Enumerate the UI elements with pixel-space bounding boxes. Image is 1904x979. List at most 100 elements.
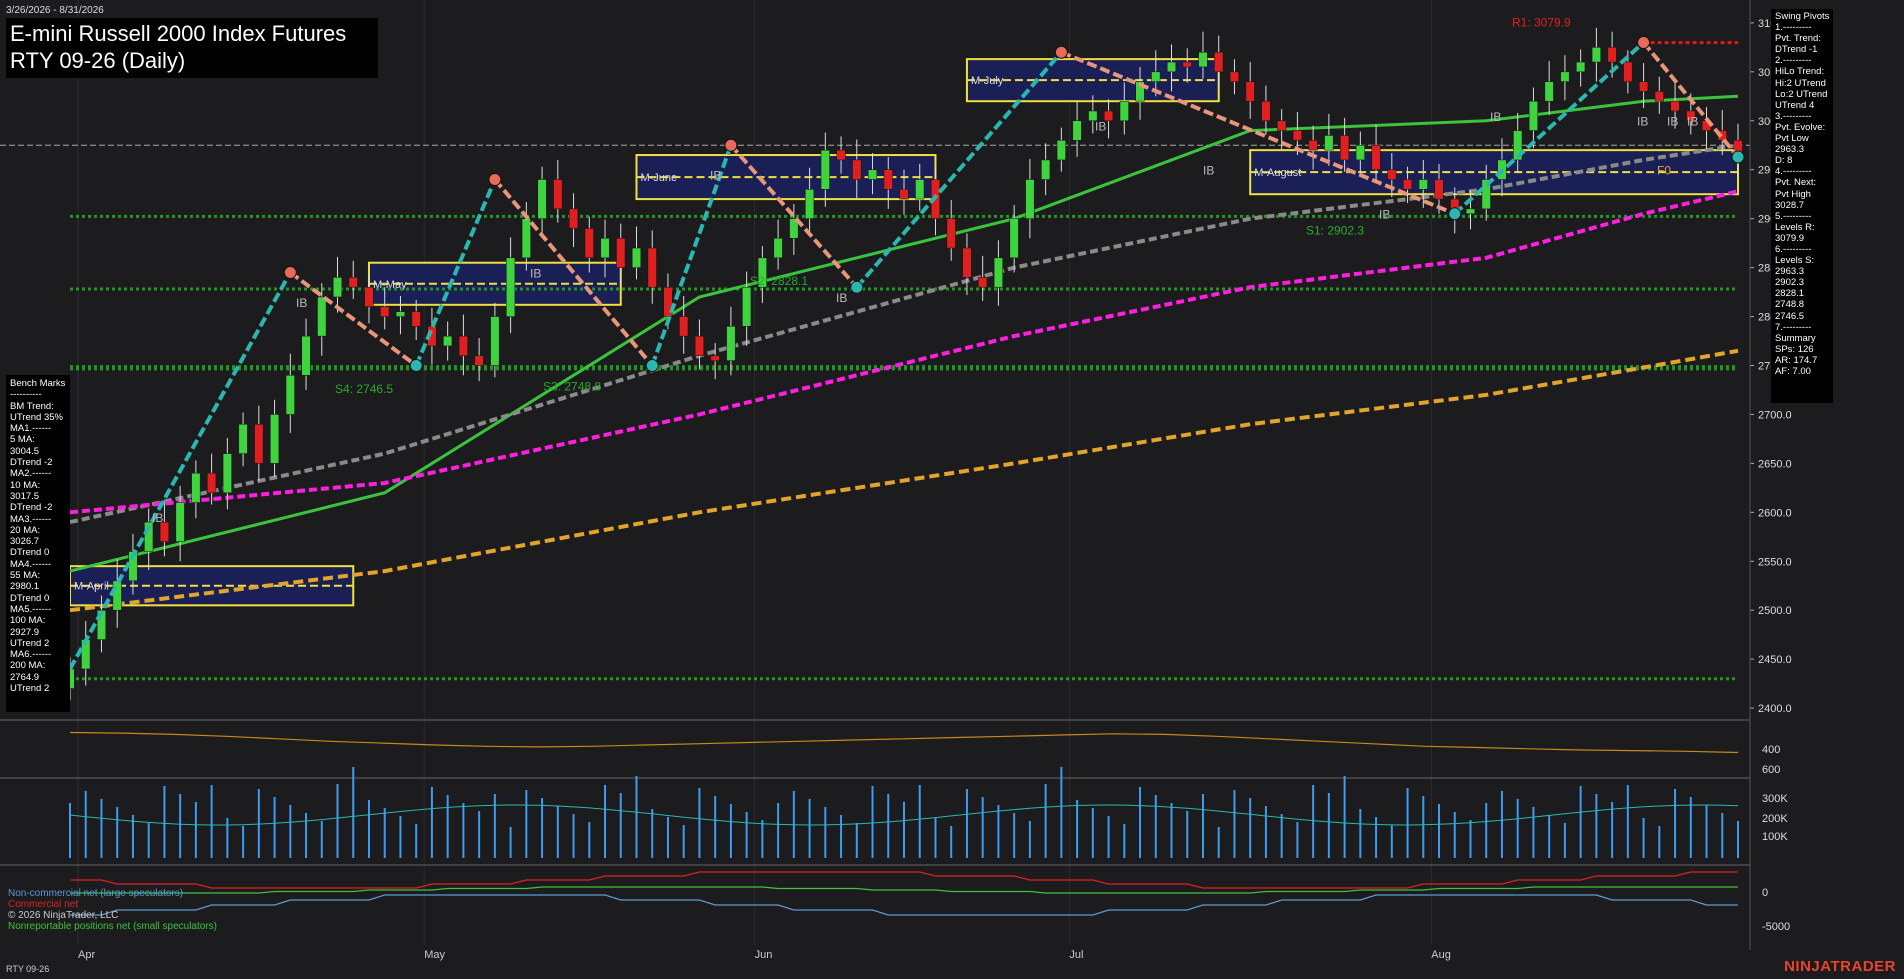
ib-label: IB bbox=[1203, 164, 1214, 178]
candle-body bbox=[1403, 179, 1413, 190]
value-area-label: M-June bbox=[640, 172, 677, 184]
candle-body bbox=[867, 169, 878, 180]
bench-line: 3026.7 bbox=[10, 536, 40, 548]
s4-label: S4: 2746.5 bbox=[335, 382, 393, 396]
candle-body bbox=[112, 580, 122, 611]
bench-line: MA3.------ bbox=[10, 513, 52, 525]
swing-line: Pvt. Evolve: bbox=[1775, 121, 1826, 133]
x-tick-label: Apr bbox=[78, 949, 95, 961]
volume-tick-label: 100K bbox=[1762, 831, 1788, 843]
swing-line: Hi:2 UTrend bbox=[1775, 77, 1826, 89]
value-area-label: M-August bbox=[1254, 167, 1301, 179]
bench-line: UTrend 2 bbox=[10, 683, 50, 695]
bench-line: 100 MA: bbox=[10, 615, 46, 627]
swing-line: 2963.3 bbox=[1775, 144, 1805, 156]
candle-body bbox=[1560, 71, 1570, 82]
volume-tick-label: 300K bbox=[1762, 793, 1788, 805]
ib-label: IB bbox=[1490, 110, 1501, 124]
bench-line: DTrend 0 bbox=[10, 547, 50, 559]
swing-line: 6.--------- bbox=[1775, 243, 1812, 255]
f0-label: F0 bbox=[1657, 164, 1671, 178]
candle-body bbox=[474, 355, 484, 366]
x-tick-label: May bbox=[424, 949, 445, 961]
candle-body bbox=[1041, 159, 1051, 180]
candle-body bbox=[1324, 135, 1334, 151]
candle-body bbox=[600, 237, 610, 259]
candle-body bbox=[1166, 61, 1177, 73]
candle-body bbox=[1182, 61, 1192, 68]
bench-line: BM Trend: bbox=[10, 400, 54, 412]
candle-body bbox=[1544, 81, 1554, 102]
ib-label: IB bbox=[1637, 115, 1648, 129]
bench-line: UTrend 35% bbox=[10, 411, 63, 423]
ib-label: IB bbox=[1379, 208, 1390, 222]
swing-line: Pvt High bbox=[1775, 188, 1811, 200]
candle-body bbox=[993, 257, 1003, 288]
footer-symbol: RTY 09-26 bbox=[6, 964, 50, 974]
bench-line: MA1.------ bbox=[10, 423, 52, 435]
cot-tick-label: 0 bbox=[1762, 887, 1768, 899]
candle-body bbox=[915, 179, 925, 200]
pivot-high-marker bbox=[488, 173, 502, 187]
candle-body bbox=[1387, 169, 1397, 180]
contract-title: RTY 09-26 (Daily) bbox=[10, 48, 186, 73]
candle-body bbox=[726, 326, 736, 361]
swing-line: 2748.8 bbox=[1775, 299, 1805, 311]
swing-line: DTrend -1 bbox=[1775, 44, 1818, 56]
bench-line: UTrend 2 bbox=[10, 637, 50, 649]
s3-label: S3: 2748.8 bbox=[543, 380, 601, 394]
swing-line: 2828.1 bbox=[1775, 288, 1805, 300]
candle-body bbox=[207, 472, 217, 494]
candle-body bbox=[1277, 120, 1287, 131]
candle-body bbox=[270, 414, 280, 464]
swing-line: AF: 7.00 bbox=[1775, 366, 1811, 377]
pivot-high-marker bbox=[1054, 45, 1068, 59]
candle-body bbox=[222, 453, 232, 494]
swing-line: 3028.7 bbox=[1775, 199, 1805, 211]
candle-body bbox=[301, 335, 311, 376]
swing-line: 2.--------- bbox=[1775, 55, 1812, 67]
date-range: 3/26/2026 - 8/31/2026 bbox=[6, 5, 104, 16]
pivot-low-marker bbox=[645, 359, 659, 372]
candle-body bbox=[1340, 135, 1350, 161]
bench-line: 2764.9 bbox=[10, 671, 40, 683]
y-tick-label: 2700.0 bbox=[1758, 409, 1792, 421]
bench-line: MA5.------ bbox=[10, 603, 52, 615]
r1-label: R1: 3079.9 bbox=[1512, 16, 1571, 30]
candle-body bbox=[1528, 100, 1538, 131]
candle-body bbox=[395, 311, 405, 317]
candle-body bbox=[773, 237, 783, 259]
bench-line: 3004.5 bbox=[10, 445, 40, 457]
swing-line: 3079.9 bbox=[1775, 232, 1805, 244]
bench-line: 5 MA: bbox=[10, 434, 35, 446]
bench-line: Bench Marks bbox=[10, 378, 66, 389]
value-area-label: M-July bbox=[971, 75, 1004, 87]
candle-body bbox=[1591, 47, 1601, 63]
bench-line: DTrend 0 bbox=[10, 592, 50, 604]
candle-body bbox=[1639, 81, 1649, 92]
swing-line: HiLo Trend: bbox=[1775, 66, 1825, 78]
candle-body bbox=[443, 335, 453, 347]
pivot-high-marker bbox=[1637, 35, 1651, 49]
swing-line: 5.--------- bbox=[1775, 210, 1812, 222]
swing-line: Levels S: bbox=[1775, 255, 1815, 267]
candle-body bbox=[805, 189, 815, 219]
swing-line: D: 8 bbox=[1775, 155, 1793, 167]
candle-body bbox=[238, 423, 248, 454]
candle-body bbox=[175, 502, 185, 542]
candle-body bbox=[694, 335, 704, 356]
swing-line: UTrend 4 bbox=[1775, 99, 1815, 111]
candle-body bbox=[1151, 71, 1161, 82]
bench-line: 10 MA: bbox=[10, 479, 41, 491]
swing-line: 7.--------- bbox=[1775, 321, 1812, 333]
candle-body bbox=[1056, 140, 1066, 161]
candle-body bbox=[506, 257, 516, 317]
candle-body bbox=[710, 355, 720, 361]
swing-line: AR: 174.7 bbox=[1775, 354, 1818, 366]
bench-line: 200 MA: bbox=[10, 660, 46, 672]
candle-body bbox=[946, 218, 956, 249]
swing-line: Pvt. Trend: bbox=[1775, 33, 1821, 45]
candle-body bbox=[1025, 179, 1035, 219]
price-chart[interactable]: M-AprilM-MayM-JuneM-JulyM-August R1: 307… bbox=[0, 0, 1904, 979]
swing-line: Pvt Low bbox=[1775, 133, 1809, 145]
